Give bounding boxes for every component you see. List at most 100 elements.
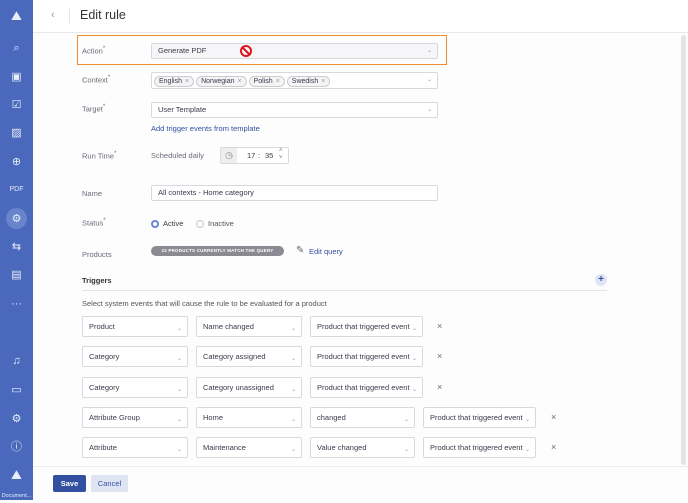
- remove-icon[interactable]: ×: [185, 78, 189, 85]
- time-picker[interactable]: ◷ 17 : 35 ˄ ˅: [220, 147, 289, 164]
- remove-icon[interactable]: ×: [321, 78, 325, 85]
- trigger-select[interactable]: Value changed ⌄: [310, 437, 415, 458]
- context-select[interactable]: English × Norwegian × Polish × Swedish × ⌄: [151, 72, 438, 89]
- chip-swedish: Swedish ×: [286, 76, 331, 87]
- trigger-select[interactable]: Product that triggered event ⌄: [310, 346, 423, 367]
- target-select[interactable]: User Template ⌄: [151, 102, 438, 118]
- add-trigger-button[interactable]: +: [595, 274, 607, 286]
- status-label: Status*: [82, 218, 106, 228]
- trigger-select[interactable]: Category assigned ⌄: [196, 346, 302, 367]
- trigger-select[interactable]: changed ⌄: [310, 407, 415, 428]
- trigger-select-value: Category assigned: [203, 352, 266, 361]
- product-count-badge: 22 PRODUCTS CURRENTLY MATCH THE QUERY: [151, 246, 284, 256]
- trigger-select[interactable]: Attribute Group ⌄: [82, 407, 188, 428]
- workspace-label[interactable]: Document...: [0, 489, 33, 503]
- trigger-select-value: Home: [203, 413, 224, 422]
- report-icon[interactable]: ▤: [0, 268, 33, 282]
- chevron-down-icon: ⌄: [176, 417, 182, 423]
- activity-icon[interactable]: ▭: [0, 383, 33, 397]
- image-icon[interactable]: ▨: [0, 126, 33, 140]
- trigger-select[interactable]: Attribute ⌄: [82, 437, 188, 458]
- products-label: Products: [82, 250, 112, 259]
- trigger-select[interactable]: Home ⌄: [196, 407, 302, 428]
- chevron-down-icon: ⌄: [411, 356, 417, 362]
- name-label: Name: [82, 189, 103, 198]
- globe-icon[interactable]: ⊕: [0, 155, 33, 169]
- automation-icon[interactable]: ⚙: [0, 212, 33, 226]
- trigger-select[interactable]: Product ⌄: [82, 316, 188, 337]
- edit-query-link[interactable]: Edit query: [309, 247, 343, 256]
- add-trigger-events-link[interactable]: Add trigger events from template: [151, 124, 260, 133]
- hour-value[interactable]: 17: [247, 151, 255, 160]
- settings-icon[interactable]: ⚙: [0, 412, 33, 426]
- time-separator: :: [258, 151, 261, 160]
- pencil-icon: ✎: [296, 245, 305, 256]
- trigger-select-value: Product that triggered event: [317, 322, 410, 331]
- trigger-select[interactable]: Product that triggered event ⌄: [310, 377, 423, 398]
- remove-trigger-icon[interactable]: ×: [551, 442, 556, 452]
- save-button[interactable]: Save: [53, 475, 86, 492]
- chevron-down-icon: ⌄: [290, 447, 296, 453]
- trigger-select[interactable]: Category unassigned ⌄: [196, 377, 302, 398]
- chevron-down-icon: ⌄: [411, 326, 417, 332]
- back-icon[interactable]: ‹: [51, 9, 55, 21]
- remove-icon[interactable]: ×: [276, 78, 280, 85]
- radio-inactive[interactable]: [196, 220, 204, 228]
- action-select[interactable]: Generate PDF ⌄: [151, 43, 438, 59]
- chevron-down-icon: ⌄: [176, 447, 182, 453]
- trigger-select[interactable]: Maintenance ⌄: [196, 437, 302, 458]
- inactive-label: Inactive: [208, 219, 234, 228]
- chip-english: English ×: [154, 76, 195, 87]
- bell-icon[interactable]: ♫: [0, 354, 33, 368]
- schedule-text: Scheduled daily: [151, 151, 204, 160]
- trigger-select[interactable]: Category ⌄: [82, 346, 188, 367]
- context-label: Context*: [82, 75, 111, 85]
- more-icon[interactable]: ···: [0, 297, 33, 311]
- remove-trigger-icon[interactable]: ×: [437, 321, 442, 331]
- task-icon[interactable]: ☑: [0, 98, 33, 112]
- chevron-down-icon: ⌄: [290, 326, 296, 332]
- transfer-icon[interactable]: ⇆: [0, 240, 33, 254]
- trigger-select-value: changed: [317, 413, 346, 422]
- help-icon[interactable]: ⓘ: [0, 440, 33, 454]
- trigger-select-value: Product that triggered event: [317, 383, 410, 392]
- remove-icon[interactable]: ×: [238, 78, 242, 85]
- trigger-select-value: Product: [89, 322, 115, 331]
- chevron-down-icon: ⌄: [426, 77, 432, 83]
- trigger-select[interactable]: Product that triggered event ⌄: [423, 437, 536, 458]
- trigger-select-value: Product that triggered event: [317, 352, 410, 361]
- not-allowed-icon: [240, 45, 252, 57]
- chevron-down-icon: ⌄: [403, 447, 409, 453]
- trigger-select[interactable]: Name changed ⌄: [196, 316, 302, 337]
- logo-icon[interactable]: ⛰: [0, 468, 33, 482]
- trigger-select-value: Category: [89, 352, 120, 361]
- trigger-select-value: Product that triggered event: [430, 413, 523, 422]
- radio-active[interactable]: [151, 220, 159, 228]
- active-label: Active: [163, 219, 184, 228]
- pdf-icon[interactable]: PDF: [0, 183, 33, 197]
- trigger-select[interactable]: Product that triggered event ⌄: [423, 407, 536, 428]
- minute-value[interactable]: 35: [265, 151, 273, 160]
- logo-icon[interactable]: ⛰: [0, 9, 33, 23]
- remove-trigger-icon[interactable]: ×: [437, 382, 442, 392]
- trigger-select[interactable]: Category ⌄: [82, 377, 188, 398]
- increment-icon[interactable]: ˄: [279, 148, 283, 154]
- trigger-select-value: Attribute: [89, 443, 117, 452]
- chevron-down-icon: ⌄: [290, 417, 296, 423]
- chevron-down-icon: ⌄: [403, 417, 409, 423]
- chevron-down-icon: ⌄: [176, 387, 182, 393]
- scrollbar[interactable]: [681, 35, 686, 465]
- name-input[interactable]: All contexts - Home category: [151, 185, 438, 201]
- clock-icon: ◷: [221, 148, 237, 163]
- chevron-down-icon: ⌄: [411, 387, 417, 393]
- decrement-icon[interactable]: ˅: [279, 155, 283, 161]
- box-icon[interactable]: ▣: [0, 70, 33, 84]
- cancel-button[interactable]: Cancel: [91, 475, 128, 492]
- remove-trigger-icon[interactable]: ×: [437, 351, 442, 361]
- search-icon[interactable]: ⌕: [0, 41, 33, 55]
- remove-trigger-icon[interactable]: ×: [551, 412, 556, 422]
- action-label: Action*: [82, 46, 106, 56]
- trigger-select-value: Name changed: [203, 322, 254, 331]
- trigger-select[interactable]: Product that triggered event ⌄: [310, 316, 423, 337]
- run-time-label: Run Time*: [82, 151, 117, 161]
